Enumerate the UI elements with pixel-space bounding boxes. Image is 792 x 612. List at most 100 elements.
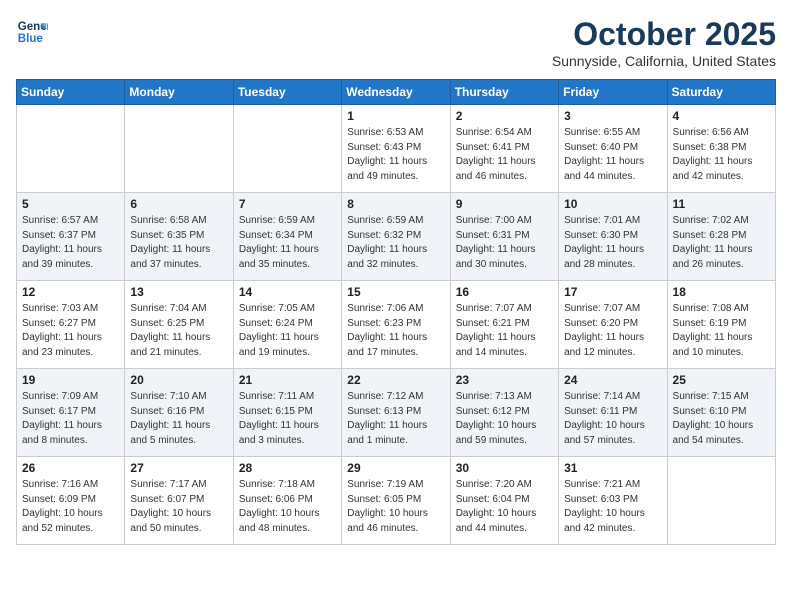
calendar-cell: 28 Sunrise: 7:18 AM Sunset: 6:06 PM Dayli… bbox=[233, 457, 341, 545]
calendar-cell: 11 Sunrise: 7:02 AM Sunset: 6:28 PM Dayli… bbox=[667, 193, 775, 281]
day-number: 24 bbox=[564, 373, 661, 387]
calendar-cell: 22 Sunrise: 7:12 AM Sunset: 6:13 PM Dayli… bbox=[342, 369, 450, 457]
weekday-header: Tuesday bbox=[233, 80, 341, 105]
day-number: 20 bbox=[130, 373, 227, 387]
calendar-cell: 27 Sunrise: 7:17 AM Sunset: 6:07 PM Dayli… bbox=[125, 457, 233, 545]
day-number: 30 bbox=[456, 461, 553, 475]
calendar-table: SundayMondayTuesdayWednesdayThursdayFrid… bbox=[16, 79, 776, 545]
day-info: Sunrise: 7:03 AM Sunset: 6:27 PM Dayligh… bbox=[22, 302, 119, 360]
calendar-cell: 5 Sunrise: 6:57 AM Sunset: 6:37 PM Daylig… bbox=[17, 193, 125, 281]
day-info: Sunrise: 7:17 AM Sunset: 6:07 PM Dayligh… bbox=[130, 478, 227, 536]
logo: General Blue bbox=[16, 16, 48, 48]
day-info: Sunrise: 7:08 AM Sunset: 6:19 PM Dayligh… bbox=[673, 302, 770, 360]
day-info: Sunrise: 6:54 AM Sunset: 6:41 PM Dayligh… bbox=[456, 126, 553, 184]
day-number: 21 bbox=[239, 373, 336, 387]
calendar-cell: 17 Sunrise: 7:07 AM Sunset: 6:20 PM Dayli… bbox=[559, 281, 667, 369]
calendar-cell: 4 Sunrise: 6:56 AM Sunset: 6:38 PM Daylig… bbox=[667, 105, 775, 193]
day-number: 17 bbox=[564, 285, 661, 299]
calendar-cell bbox=[17, 105, 125, 193]
day-number: 2 bbox=[456, 109, 553, 123]
day-info: Sunrise: 7:18 AM Sunset: 6:06 PM Dayligh… bbox=[239, 478, 336, 536]
day-info: Sunrise: 7:11 AM Sunset: 6:15 PM Dayligh… bbox=[239, 390, 336, 448]
day-info: Sunrise: 7:21 AM Sunset: 6:03 PM Dayligh… bbox=[564, 478, 661, 536]
calendar-cell bbox=[233, 105, 341, 193]
weekday-header: Thursday bbox=[450, 80, 558, 105]
day-number: 11 bbox=[673, 197, 770, 211]
day-info: Sunrise: 6:58 AM Sunset: 6:35 PM Dayligh… bbox=[130, 214, 227, 272]
day-number: 5 bbox=[22, 197, 119, 211]
calendar-cell: 30 Sunrise: 7:20 AM Sunset: 6:04 PM Dayli… bbox=[450, 457, 558, 545]
weekday-header: Wednesday bbox=[342, 80, 450, 105]
calendar-cell: 31 Sunrise: 7:21 AM Sunset: 6:03 PM Dayli… bbox=[559, 457, 667, 545]
calendar-cell: 14 Sunrise: 7:05 AM Sunset: 6:24 PM Dayli… bbox=[233, 281, 341, 369]
day-number: 8 bbox=[347, 197, 444, 211]
day-info: Sunrise: 7:01 AM Sunset: 6:30 PM Dayligh… bbox=[564, 214, 661, 272]
location-subtitle: Sunnyside, California, United States bbox=[552, 53, 776, 69]
day-info: Sunrise: 7:15 AM Sunset: 6:10 PM Dayligh… bbox=[673, 390, 770, 448]
day-number: 7 bbox=[239, 197, 336, 211]
day-info: Sunrise: 6:59 AM Sunset: 6:34 PM Dayligh… bbox=[239, 214, 336, 272]
day-number: 14 bbox=[239, 285, 336, 299]
calendar-cell: 15 Sunrise: 7:06 AM Sunset: 6:23 PM Dayli… bbox=[342, 281, 450, 369]
page-header: General Blue October 2025 Sunnyside, Cal… bbox=[16, 16, 776, 69]
day-number: 25 bbox=[673, 373, 770, 387]
calendar-cell: 19Sunrise: 7:09 AM Sunset: 6:17 PM Dayli… bbox=[17, 369, 125, 457]
day-info: Sunrise: 7:02 AM Sunset: 6:28 PM Dayligh… bbox=[673, 214, 770, 272]
weekday-header: Friday bbox=[559, 80, 667, 105]
calendar-cell bbox=[125, 105, 233, 193]
day-number: 15 bbox=[347, 285, 444, 299]
svg-text:Blue: Blue bbox=[18, 33, 44, 45]
day-number: 9 bbox=[456, 197, 553, 211]
day-number: 29 bbox=[347, 461, 444, 475]
calendar-cell: 29 Sunrise: 7:19 AM Sunset: 6:05 PM Dayli… bbox=[342, 457, 450, 545]
calendar-cell: 2 Sunrise: 6:54 AM Sunset: 6:41 PM Daylig… bbox=[450, 105, 558, 193]
calendar-cell: 10Sunrise: 7:01 AM Sunset: 6:30 PM Dayli… bbox=[559, 193, 667, 281]
day-info: Sunrise: 6:56 AM Sunset: 6:38 PM Dayligh… bbox=[673, 126, 770, 184]
weekday-header: Sunday bbox=[17, 80, 125, 105]
day-info: Sunrise: 7:04 AM Sunset: 6:25 PM Dayligh… bbox=[130, 302, 227, 360]
day-info: Sunrise: 7:06 AM Sunset: 6:23 PM Dayligh… bbox=[347, 302, 444, 360]
calendar-cell: 20 Sunrise: 7:10 AM Sunset: 6:16 PM Dayli… bbox=[125, 369, 233, 457]
day-number: 3 bbox=[564, 109, 661, 123]
day-number: 19 bbox=[22, 373, 119, 387]
calendar-cell: 18 Sunrise: 7:08 AM Sunset: 6:19 PM Dayli… bbox=[667, 281, 775, 369]
day-info: Sunrise: 6:55 AM Sunset: 6:40 PM Dayligh… bbox=[564, 126, 661, 184]
day-number: 18 bbox=[673, 285, 770, 299]
day-info: Sunrise: 7:20 AM Sunset: 6:04 PM Dayligh… bbox=[456, 478, 553, 536]
day-info: Sunrise: 7:10 AM Sunset: 6:16 PM Dayligh… bbox=[130, 390, 227, 448]
calendar-cell: 7 Sunrise: 6:59 AM Sunset: 6:34 PM Daylig… bbox=[233, 193, 341, 281]
calendar-cell: 6Sunrise: 6:58 AM Sunset: 6:35 PM Daylig… bbox=[125, 193, 233, 281]
title-block: October 2025 Sunnyside, California, Unit… bbox=[552, 16, 776, 69]
day-info: Sunrise: 7:07 AM Sunset: 6:21 PM Dayligh… bbox=[456, 302, 553, 360]
day-number: 26 bbox=[22, 461, 119, 475]
calendar-cell: 16Sunrise: 7:07 AM Sunset: 6:21 PM Dayli… bbox=[450, 281, 558, 369]
day-info: Sunrise: 7:05 AM Sunset: 6:24 PM Dayligh… bbox=[239, 302, 336, 360]
day-info: Sunrise: 7:13 AM Sunset: 6:12 PM Dayligh… bbox=[456, 390, 553, 448]
weekday-header: Saturday bbox=[667, 80, 775, 105]
day-number: 27 bbox=[130, 461, 227, 475]
calendar-cell: 26 Sunrise: 7:16 AM Sunset: 6:09 PM Dayli… bbox=[17, 457, 125, 545]
day-info: Sunrise: 7:14 AM Sunset: 6:11 PM Dayligh… bbox=[564, 390, 661, 448]
day-number: 23 bbox=[456, 373, 553, 387]
day-info: Sunrise: 7:12 AM Sunset: 6:13 PM Dayligh… bbox=[347, 390, 444, 448]
day-number: 28 bbox=[239, 461, 336, 475]
day-number: 4 bbox=[673, 109, 770, 123]
day-info: Sunrise: 7:19 AM Sunset: 6:05 PM Dayligh… bbox=[347, 478, 444, 536]
calendar-cell: 13Sunrise: 7:04 AM Sunset: 6:25 PM Dayli… bbox=[125, 281, 233, 369]
day-info: Sunrise: 6:59 AM Sunset: 6:32 PM Dayligh… bbox=[347, 214, 444, 272]
calendar-cell: 21 Sunrise: 7:11 AM Sunset: 6:15 PM Dayli… bbox=[233, 369, 341, 457]
logo-icon: General Blue bbox=[16, 16, 48, 48]
calendar-cell bbox=[667, 457, 775, 545]
day-info: Sunrise: 6:57 AM Sunset: 6:37 PM Dayligh… bbox=[22, 214, 119, 272]
day-number: 12 bbox=[22, 285, 119, 299]
day-number: 31 bbox=[564, 461, 661, 475]
day-number: 22 bbox=[347, 373, 444, 387]
day-info: Sunrise: 7:16 AM Sunset: 6:09 PM Dayligh… bbox=[22, 478, 119, 536]
calendar-cell: 3 Sunrise: 6:55 AM Sunset: 6:40 PM Daylig… bbox=[559, 105, 667, 193]
weekday-header: Monday bbox=[125, 80, 233, 105]
calendar-cell: 8 Sunrise: 6:59 AM Sunset: 6:32 PM Daylig… bbox=[342, 193, 450, 281]
calendar-cell: 24 Sunrise: 7:14 AM Sunset: 6:11 PM Dayli… bbox=[559, 369, 667, 457]
calendar-cell: 1Sunrise: 6:53 AM Sunset: 6:43 PM Daylig… bbox=[342, 105, 450, 193]
day-info: Sunrise: 7:07 AM Sunset: 6:20 PM Dayligh… bbox=[564, 302, 661, 360]
day-info: Sunrise: 7:00 AM Sunset: 6:31 PM Dayligh… bbox=[456, 214, 553, 272]
